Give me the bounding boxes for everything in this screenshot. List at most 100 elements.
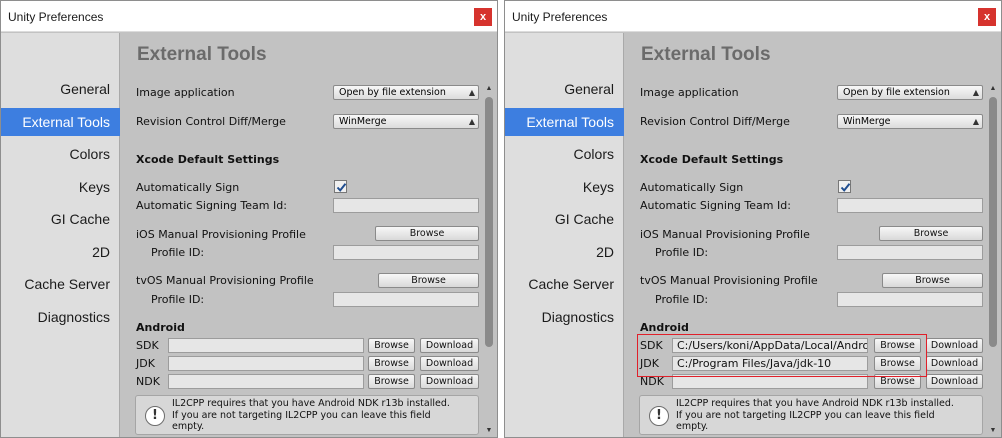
scroll-up-icon[interactable]: ▲︎ bbox=[483, 83, 495, 95]
jdk-download-button[interactable]: Download bbox=[420, 356, 479, 371]
window-title: Unity Preferences bbox=[8, 10, 104, 24]
auto-sign-checkbox[interactable] bbox=[334, 180, 347, 193]
xcode-section-heading: Xcode Default Settings bbox=[640, 153, 784, 166]
ios-browse-button[interactable]: Browse bbox=[879, 226, 983, 241]
sidebar-item-external-tools[interactable]: External Tools bbox=[505, 108, 624, 136]
sidebar-item-cache-server[interactable]: Cache Server bbox=[1, 270, 120, 298]
xcode-section-heading: Xcode Default Settings bbox=[136, 153, 280, 166]
tvos-profile-id-label: Profile ID: bbox=[655, 293, 709, 306]
ios-browse-button[interactable]: Browse bbox=[375, 226, 479, 241]
sdk-download-button[interactable]: Download bbox=[420, 338, 479, 353]
tvos-browse-button[interactable]: Browse bbox=[378, 273, 479, 288]
image-application-value: Open by file extension bbox=[339, 87, 446, 98]
ndk-help-box: ! IL2CPP requires that you have Android … bbox=[639, 395, 983, 435]
android-paths-highlight bbox=[637, 334, 927, 377]
team-id-label: Automatic Signing Team Id: bbox=[136, 199, 287, 212]
sidebar: General External Tools Colors Keys GI Ca… bbox=[505, 33, 624, 437]
sidebar-item-diagnostics[interactable]: Diagnostics bbox=[505, 303, 624, 331]
ios-profile-id-field[interactable] bbox=[837, 245, 983, 260]
dropdown-arrow-icon: ▲︎ bbox=[468, 88, 475, 97]
dropdown-arrow-icon: ▲︎ bbox=[972, 88, 979, 97]
scroll-down-icon[interactable]: ▼︎ bbox=[483, 425, 495, 437]
ios-profile-label: iOS Manual Provisioning Profile bbox=[640, 228, 810, 241]
page-title: External Tools bbox=[137, 44, 267, 65]
sdk-path-field[interactable] bbox=[168, 338, 364, 353]
auto-sign-label: Automatically Sign bbox=[136, 181, 240, 194]
ndk-label: NDK bbox=[136, 375, 160, 388]
close-button[interactable]: x bbox=[474, 8, 492, 26]
auto-sign-label: Automatically Sign bbox=[640, 181, 744, 194]
revision-control-dropdown[interactable]: WinMerge ▲︎ bbox=[333, 114, 479, 129]
image-application-label: Image application bbox=[640, 86, 739, 99]
tvos-profile-id-label: Profile ID: bbox=[151, 293, 205, 306]
jdk-download-button[interactable]: Download bbox=[926, 356, 983, 371]
ios-profile-id-field[interactable] bbox=[333, 245, 479, 260]
window-title: Unity Preferences bbox=[512, 10, 608, 24]
sidebar-item-keys[interactable]: Keys bbox=[1, 173, 120, 201]
sidebar-item-colors[interactable]: Colors bbox=[1, 140, 120, 168]
vertical-scrollbar[interactable]: ▲︎ ▼︎ bbox=[987, 83, 999, 437]
tvos-profile-label: tvOS Manual Provisioning Profile bbox=[640, 274, 818, 287]
dropdown-arrow-icon: ▲︎ bbox=[972, 117, 979, 126]
warning-icon: ! bbox=[649, 406, 669, 426]
sidebar: General External Tools Colors Keys GI Ca… bbox=[1, 33, 120, 437]
sidebar-item-gi-cache[interactable]: GI Cache bbox=[1, 205, 120, 233]
team-id-field[interactable] bbox=[333, 198, 479, 213]
sidebar-item-cache-server[interactable]: Cache Server bbox=[505, 270, 624, 298]
jdk-path-field[interactable] bbox=[168, 356, 364, 371]
ios-profile-label: iOS Manual Provisioning Profile bbox=[136, 228, 306, 241]
ndk-path-field[interactable] bbox=[168, 374, 364, 389]
android-section-heading: Android bbox=[136, 321, 185, 334]
sidebar-item-2d[interactable]: 2D bbox=[1, 238, 120, 266]
sidebar-item-keys[interactable]: Keys bbox=[505, 173, 624, 201]
sidebar-item-gi-cache[interactable]: GI Cache bbox=[505, 205, 624, 233]
ndk-browse-button[interactable]: Browse bbox=[368, 374, 415, 389]
team-id-field[interactable] bbox=[837, 198, 983, 213]
scroll-thumb[interactable] bbox=[485, 97, 493, 347]
sidebar-item-external-tools[interactable]: External Tools bbox=[1, 108, 120, 136]
ndk-download-button[interactable]: Download bbox=[420, 374, 479, 389]
jdk-label: JDK bbox=[136, 357, 155, 370]
scroll-thumb[interactable] bbox=[989, 97, 997, 347]
dropdown-arrow-icon: ▲︎ bbox=[468, 117, 475, 126]
warning-icon: ! bbox=[145, 406, 165, 426]
image-application-dropdown[interactable]: Open by file extension ▲︎ bbox=[333, 85, 479, 100]
scroll-up-icon[interactable]: ▲︎ bbox=[987, 83, 999, 95]
sdk-download-button[interactable]: Download bbox=[926, 338, 983, 353]
page-title: External Tools bbox=[641, 44, 771, 65]
ndk-download-button[interactable]: Download bbox=[926, 374, 983, 389]
revision-control-label: Revision Control Diff/Merge bbox=[136, 115, 286, 128]
tvos-profile-id-field[interactable] bbox=[837, 292, 983, 307]
sidebar-item-2d[interactable]: 2D bbox=[505, 238, 624, 266]
ios-profile-id-label: Profile ID: bbox=[655, 246, 709, 259]
help-text: IL2CPP requires that you have Android ND… bbox=[676, 398, 954, 432]
image-application-label: Image application bbox=[136, 86, 235, 99]
sdk-browse-button[interactable]: Browse bbox=[368, 338, 415, 353]
sidebar-item-diagnostics[interactable]: Diagnostics bbox=[1, 303, 120, 331]
revision-control-value: WinMerge bbox=[843, 116, 891, 127]
sidebar-item-colors[interactable]: Colors bbox=[505, 140, 624, 168]
ndk-help-box: ! IL2CPP requires that you have Android … bbox=[135, 395, 479, 435]
android-section-heading: Android bbox=[640, 321, 689, 334]
tvos-profile-label: tvOS Manual Provisioning Profile bbox=[136, 274, 314, 287]
tvos-browse-button[interactable]: Browse bbox=[882, 273, 983, 288]
image-application-dropdown[interactable]: Open by file extension ▲︎ bbox=[837, 85, 983, 100]
sdk-label: SDK bbox=[136, 339, 159, 352]
auto-sign-checkbox[interactable] bbox=[838, 180, 851, 193]
ios-profile-id-label: Profile ID: bbox=[151, 246, 205, 259]
sidebar-item-general[interactable]: General bbox=[505, 75, 624, 103]
scroll-down-icon[interactable]: ▼︎ bbox=[987, 425, 999, 437]
vertical-scrollbar[interactable]: ▲︎ ▼︎ bbox=[483, 83, 495, 437]
checkmark-icon bbox=[336, 183, 347, 192]
tvos-profile-id-field[interactable] bbox=[333, 292, 479, 307]
title-bar: Unity Preferences x bbox=[1, 1, 497, 32]
close-button[interactable]: x bbox=[978, 8, 996, 26]
revision-control-value: WinMerge bbox=[339, 116, 387, 127]
team-id-label: Automatic Signing Team Id: bbox=[640, 199, 791, 212]
image-application-value: Open by file extension bbox=[843, 87, 950, 98]
title-bar: Unity Preferences x bbox=[505, 1, 1001, 32]
jdk-browse-button[interactable]: Browse bbox=[368, 356, 415, 371]
revision-control-dropdown[interactable]: WinMerge ▲︎ bbox=[837, 114, 983, 129]
sidebar-item-general[interactable]: General bbox=[1, 75, 120, 103]
preferences-window-1: Unity Preferences x General External Too… bbox=[0, 0, 498, 438]
